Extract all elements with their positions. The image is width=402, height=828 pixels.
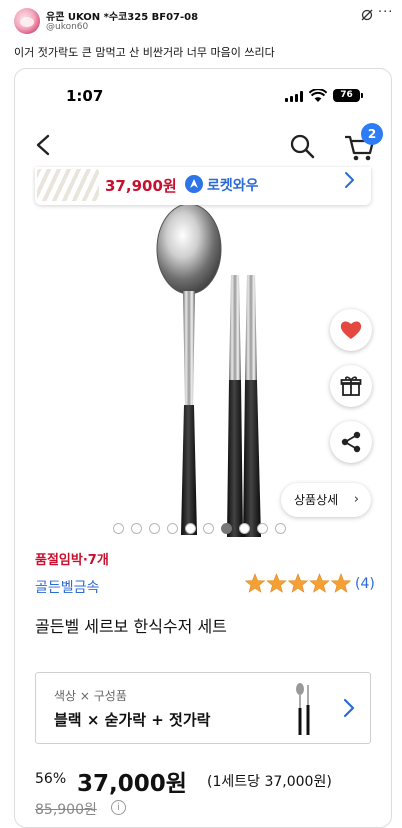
chevron-right-icon[interactable] (341, 171, 357, 189)
pagination-dot[interactable] (131, 523, 142, 534)
star-icon (330, 573, 352, 593)
wifi-icon (309, 89, 327, 102)
pagination-dot[interactable] (239, 523, 250, 534)
embedded-screenshot[interactable]: 1:07 76 2 37,900원 로켓와우 상품상세 › 품절임박·7개 골든… (14, 68, 392, 828)
pagination-dot[interactable] (185, 523, 196, 534)
original-price: 85,900원 (35, 802, 97, 818)
unit-price: (1세트당 37,000원) (207, 774, 332, 790)
status-time: 1:07 (66, 87, 104, 105)
product-detail-button[interactable]: 상품상세 › (281, 483, 371, 517)
pagination-dot[interactable] (113, 523, 124, 534)
search-icon[interactable] (289, 133, 315, 159)
option-selector[interactable]: 색상 × 구성품 블랙 × 숟가락 + 젓가락 (35, 672, 371, 744)
grok-icon[interactable] (360, 8, 374, 22)
gift-icon (340, 376, 362, 396)
post-header: 유콘 UKON *수코325 BF07-08 @ukon60 ··· (0, 0, 402, 44)
banner-thumbnail (37, 169, 99, 201)
user-name[interactable]: 유콘 UKON *수코325 BF07-08 (46, 8, 198, 23)
user-handle[interactable]: @ukon60 (46, 22, 88, 32)
rating-stars[interactable] (245, 573, 353, 595)
brand-link[interactable]: 골든벨금속 (35, 577, 99, 597)
back-icon[interactable] (33, 133, 55, 157)
price-banner[interactable]: 37,900원 로켓와우 (35, 167, 371, 205)
discount-rate: 56% (35, 771, 67, 787)
chevron-right-icon: › (353, 492, 359, 507)
option-thumbnail (296, 683, 310, 735)
option-label: 색상 × 구성품 (54, 689, 127, 703)
gift-button[interactable] (330, 365, 372, 407)
sale-price: 37,000원 (77, 771, 187, 797)
info-icon[interactable]: i (111, 800, 126, 815)
star-icon (287, 573, 309, 593)
more-options-icon[interactable]: ··· (378, 5, 393, 20)
cart-badge[interactable]: 2 (361, 123, 383, 145)
pagination-dot[interactable] (257, 523, 268, 534)
signal-icon (285, 91, 303, 102)
pagination-dot[interactable] (167, 523, 178, 534)
battery-icon: 76 (333, 89, 363, 102)
heart-icon (340, 321, 362, 339)
image-pagination[interactable] (113, 523, 286, 534)
rocket-delivery-label: 로켓와우 (207, 178, 259, 194)
banner-price: 37,900원 (105, 177, 177, 195)
review-count[interactable]: (4) (355, 576, 375, 592)
stock-urgent-label: 품절임박·7개 (35, 553, 109, 568)
star-icon (309, 573, 330, 593)
pagination-dot[interactable] (149, 523, 160, 534)
pagination-dot[interactable] (275, 523, 286, 534)
star-icon (266, 573, 287, 593)
star-icon (245, 573, 266, 593)
wishlist-button[interactable] (330, 309, 372, 351)
rocket-icon (185, 175, 203, 193)
option-value: 블랙 × 숟가락 + 젓가락 (54, 711, 211, 729)
pagination-dot[interactable] (221, 523, 232, 534)
chevron-right-icon[interactable] (342, 697, 356, 719)
pagination-dot[interactable] (203, 523, 214, 534)
post-text: 이거 젓가락도 큰 맘먹고 산 비싼거라 너무 마음이 쓰리다 (14, 46, 275, 59)
share-button[interactable] (330, 421, 372, 463)
product-detail-label: 상품상세 (294, 493, 339, 507)
avatar[interactable] (14, 8, 40, 34)
product-title: 골든벨 세르보 한식수저 세트 (35, 617, 227, 636)
share-icon (341, 431, 361, 453)
